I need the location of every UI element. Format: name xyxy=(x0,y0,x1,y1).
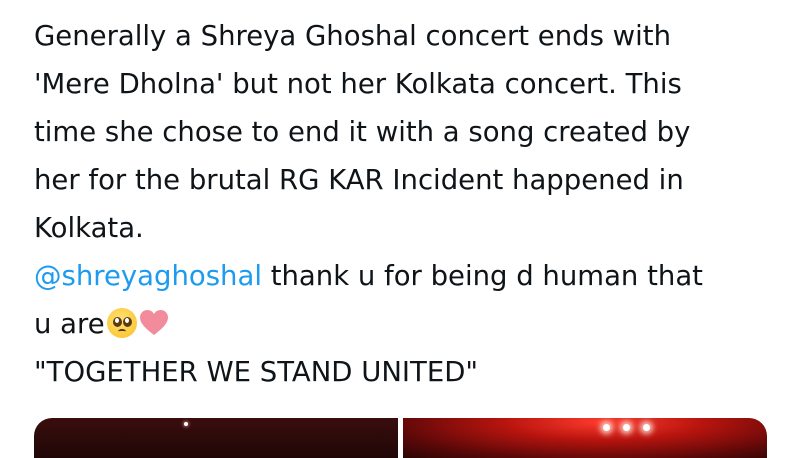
stage-light xyxy=(643,424,650,431)
tweet-text-line-2: 'Mere Dholna' but not her Kolkata concer… xyxy=(34,68,682,100)
mention-link[interactable]: @shreyaghoshal xyxy=(34,260,262,292)
stage-light xyxy=(623,424,630,431)
tweet-text-line-3: time she chose to end it with a song cre… xyxy=(34,116,691,148)
tweet-text-line-6: @shreyaghoshal thank u for being d human… xyxy=(34,252,800,300)
tweet-quote-line: "TOGETHER WE STAND UNITED" xyxy=(34,356,479,388)
concert-photo-2[interactable] xyxy=(403,418,767,458)
stage-light xyxy=(603,424,610,431)
pink-heart-icon xyxy=(139,310,168,335)
tweet-body: Generally a Shreya Ghoshal concert ends … xyxy=(0,0,800,450)
tweet-text-line-4: her for the brutal RG KAR Incident happe… xyxy=(34,164,684,196)
pleading-face-icon xyxy=(106,308,137,338)
tweet-text-line-7: u are xyxy=(34,300,800,348)
tweet-text-u-are: u are xyxy=(34,308,105,340)
concert-photo-1[interactable] xyxy=(34,418,398,458)
tweet-text-line-5: Kolkata. xyxy=(34,212,144,244)
tweet-text-line-1: Generally a Shreya Ghoshal concert ends … xyxy=(34,20,672,52)
mention-trailing-text: thank u for being d human that xyxy=(261,260,703,292)
media-gallery xyxy=(34,418,767,458)
